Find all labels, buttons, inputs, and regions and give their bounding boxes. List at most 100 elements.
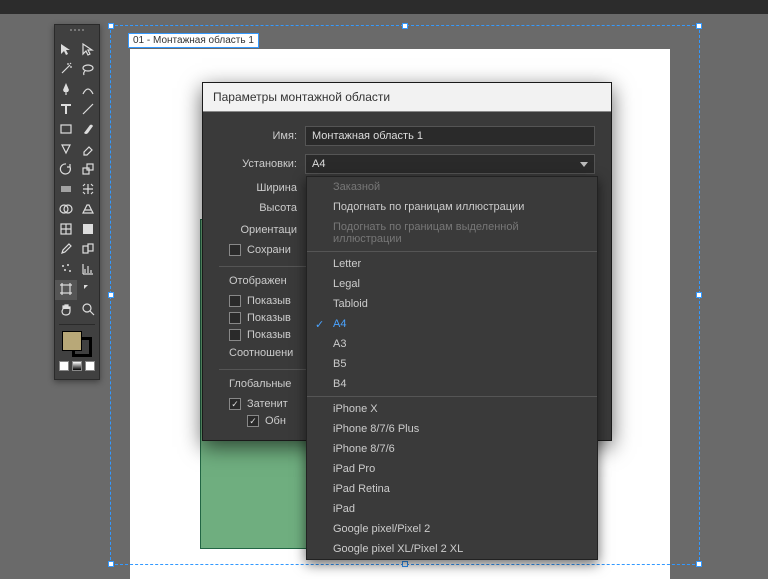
preset-option[interactable]: iPhone X — [307, 399, 597, 419]
selection-icon — [59, 42, 73, 59]
brush-icon — [81, 122, 95, 139]
shaper-icon — [59, 142, 73, 159]
preset-option[interactable]: iPhone 8/7/6 — [307, 439, 597, 459]
free-transform-tool[interactable] — [77, 180, 99, 200]
rectangle-tool[interactable] — [55, 120, 77, 140]
preset-option[interactable]: A4 — [307, 314, 597, 334]
direct-selection-icon — [81, 42, 95, 59]
mesh-tool[interactable] — [55, 220, 77, 240]
eyedropper-tool[interactable] — [55, 240, 77, 260]
handle-icon[interactable] — [696, 23, 702, 29]
symbol-spray-icon — [59, 262, 73, 279]
preset-option[interactable]: Letter — [307, 254, 597, 274]
preset-option[interactable]: Google pixel/Pixel 2 — [307, 519, 597, 539]
preset-select[interactable]: A4 — [305, 154, 595, 174]
preset-option[interactable]: iPad Pro — [307, 459, 597, 479]
lasso-icon — [81, 62, 95, 79]
symbol-spray-tool[interactable] — [55, 260, 77, 280]
type-tool[interactable] — [55, 100, 77, 120]
eraser-tool[interactable] — [77, 140, 99, 160]
color-mode-icon[interactable] — [59, 361, 69, 371]
width-icon — [59, 182, 73, 199]
name-label: Имя: — [219, 130, 305, 142]
shaper-tool[interactable] — [55, 140, 77, 160]
gradient-tool[interactable] — [77, 220, 99, 240]
eyedropper-icon — [59, 242, 73, 259]
slice-icon — [81, 282, 95, 299]
selection-tool[interactable] — [55, 40, 77, 60]
rectangle-icon — [59, 122, 73, 139]
hand-tool[interactable] — [55, 300, 77, 320]
dialog-title: Параметры монтажной области — [203, 83, 611, 112]
handle-icon[interactable] — [402, 561, 408, 567]
preset-option[interactable]: Google pixel XL/Pixel 2 XL — [307, 539, 597, 559]
preset-option: Заказной — [307, 177, 597, 197]
dropdown-divider — [307, 251, 597, 252]
handle-icon[interactable] — [108, 23, 114, 29]
direct-selection-tool[interactable] — [77, 40, 99, 60]
toolbar-divider — [59, 324, 95, 325]
name-input[interactable] — [305, 126, 595, 146]
chevron-down-icon — [580, 162, 588, 167]
fill-swatch[interactable] — [62, 331, 82, 351]
perspective-tool[interactable] — [77, 200, 99, 220]
artboard-icon — [59, 282, 73, 299]
graph-icon — [81, 262, 95, 279]
preset-option[interactable]: iPhone 8/7/6 Plus — [307, 419, 597, 439]
orientation-label: Ориентаци — [229, 224, 305, 236]
display-section-label: Отображен — [229, 275, 295, 287]
curvature-icon — [81, 82, 95, 99]
blend-icon — [81, 242, 95, 259]
magic-wand-icon — [59, 62, 73, 79]
handle-icon[interactable] — [402, 23, 408, 29]
shape-builder-icon — [59, 202, 73, 219]
height-label: Высота — [229, 202, 305, 214]
rotate-icon — [59, 162, 73, 179]
preset-option[interactable]: Tabloid — [307, 294, 597, 314]
line-tool[interactable] — [77, 100, 99, 120]
hand-icon — [59, 302, 73, 319]
preset-label: Установки: — [219, 158, 305, 170]
handle-icon[interactable] — [696, 292, 702, 298]
graph-tool[interactable] — [77, 260, 99, 280]
handle-icon[interactable] — [108, 292, 114, 298]
preset-option[interactable]: Legal — [307, 274, 597, 294]
brush-tool[interactable] — [77, 120, 99, 140]
mesh-icon — [59, 222, 73, 239]
handle-icon[interactable] — [696, 561, 702, 567]
none-mode-icon[interactable] — [85, 361, 95, 371]
color-swatches[interactable] — [59, 331, 95, 371]
scale-icon — [81, 162, 95, 179]
zoom-tool[interactable] — [77, 300, 99, 320]
lasso-tool[interactable] — [77, 60, 99, 80]
slice-tool[interactable] — [77, 280, 99, 300]
global-section-label: Глобальные — [229, 378, 299, 390]
pen-tool[interactable] — [55, 80, 77, 100]
preset-option[interactable]: iPad Retina — [307, 479, 597, 499]
app-menubar — [0, 0, 768, 14]
handle-icon[interactable] — [108, 561, 114, 567]
shape-builder-tool[interactable] — [55, 200, 77, 220]
preset-option[interactable]: B4 — [307, 374, 597, 394]
preset-option[interactable]: iPad — [307, 499, 597, 519]
preset-option[interactable]: Подогнать по границам иллюстрации — [307, 197, 597, 217]
gradient-mode-icon[interactable] — [72, 361, 82, 371]
artboard-tool[interactable] — [55, 280, 77, 300]
panel-grip[interactable] — [62, 29, 92, 37]
dropdown-divider — [307, 396, 597, 397]
magic-wand-tool[interactable] — [55, 60, 77, 80]
aspect-label: Соотношени — [229, 347, 301, 359]
perspective-icon — [81, 202, 95, 219]
curvature-tool[interactable] — [77, 80, 99, 100]
width-tool[interactable] — [55, 180, 77, 200]
preset-dropdown[interactable]: ЗаказнойПодогнать по границам иллюстраци… — [306, 176, 598, 560]
zoom-icon — [81, 302, 95, 319]
width-label: Ширина — [229, 182, 305, 194]
preset-option[interactable]: A3 — [307, 334, 597, 354]
scale-tool[interactable] — [77, 160, 99, 180]
rotate-tool[interactable] — [55, 160, 77, 180]
preset-option[interactable]: B5 — [307, 354, 597, 374]
gradient-icon — [81, 222, 95, 239]
line-icon — [81, 102, 95, 119]
blend-tool[interactable] — [77, 240, 99, 260]
